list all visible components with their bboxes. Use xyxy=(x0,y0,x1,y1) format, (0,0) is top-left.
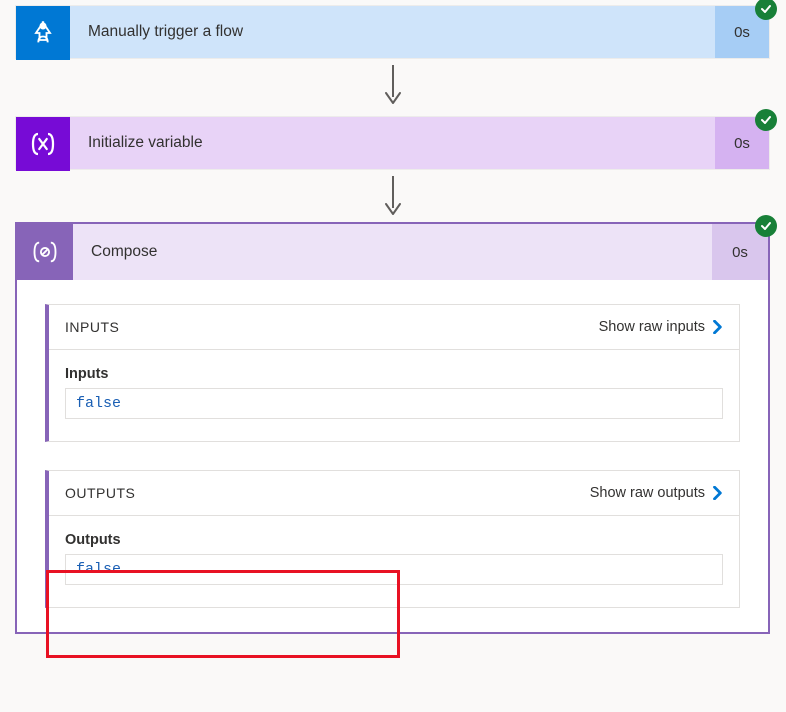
step-title: Manually trigger a flow xyxy=(70,6,715,58)
chevron-right-icon xyxy=(711,486,725,500)
inputs-section-title: INPUTS xyxy=(65,319,119,335)
inputs-panel: INPUTS Show raw inputs Inputs false xyxy=(45,304,740,442)
compose-icon xyxy=(17,224,73,280)
trigger-icon xyxy=(16,6,70,60)
inputs-field-value: false xyxy=(65,388,723,419)
flow-step-compose[interactable]: Compose 0s INPUTS Show raw inputs Inputs… xyxy=(15,222,770,634)
flow-step-trigger[interactable]: Manually trigger a flow 0s xyxy=(15,5,770,59)
chevron-right-icon xyxy=(711,320,725,334)
arrow-connector xyxy=(0,170,786,222)
step-title: Initialize variable xyxy=(70,117,715,169)
inputs-header: INPUTS Show raw inputs xyxy=(49,305,739,350)
show-raw-inputs-label: Show raw inputs xyxy=(599,319,705,335)
outputs-field-value: false xyxy=(65,554,723,585)
compose-body: INPUTS Show raw inputs Inputs false OUTP… xyxy=(17,280,768,632)
inputs-field-label: Inputs xyxy=(65,366,723,382)
show-raw-inputs-button[interactable]: Show raw inputs xyxy=(599,319,725,335)
compose-header[interactable]: Compose 0s xyxy=(17,224,768,280)
outputs-field-label: Outputs xyxy=(65,532,723,548)
inputs-body: Inputs false xyxy=(49,350,739,441)
success-badge-icon xyxy=(755,109,777,131)
outputs-panel: OUTPUTS Show raw outputs Outputs false xyxy=(45,470,740,608)
success-badge-icon xyxy=(755,0,777,20)
outputs-body: Outputs false xyxy=(49,516,739,607)
outputs-section-title: OUTPUTS xyxy=(65,485,135,501)
outputs-header: OUTPUTS Show raw outputs xyxy=(49,471,739,516)
show-raw-outputs-label: Show raw outputs xyxy=(590,485,705,501)
success-badge-icon xyxy=(755,215,777,237)
arrow-connector xyxy=(0,59,786,111)
show-raw-outputs-button[interactable]: Show raw outputs xyxy=(590,485,725,501)
step-title: Compose xyxy=(73,224,712,280)
variable-icon xyxy=(16,117,70,171)
flow-step-init-variable[interactable]: Initialize variable 0s xyxy=(15,116,770,170)
